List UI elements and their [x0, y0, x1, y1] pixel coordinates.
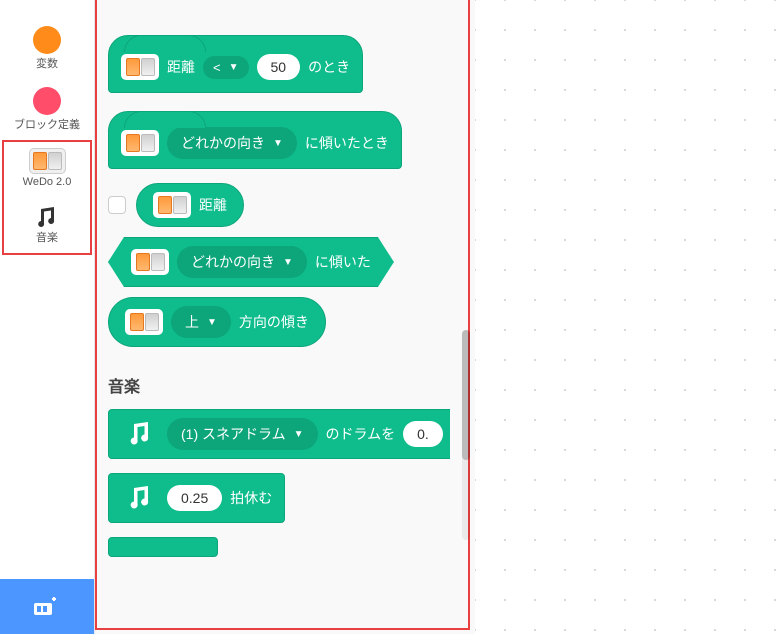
wedo-icon	[131, 249, 169, 275]
tilt-angle-dropdown[interactable]: 上▼	[171, 306, 231, 338]
play-drum-block[interactable]: (1) スネアドラム▼ のドラムを 0.	[108, 409, 450, 459]
partial-block[interactable]	[108, 537, 218, 557]
distance-suffix: のとき	[308, 57, 350, 77]
scripting-canvas[interactable]	[475, 0, 780, 634]
category-variables[interactable]: 変数	[0, 18, 94, 79]
distance-label: 距離	[167, 57, 195, 77]
distance-reporter-block[interactable]: 距離	[136, 183, 244, 227]
myblocks-color-dot	[33, 87, 61, 115]
category-sidebar: 変数 ブロック定義 WeDo 2.0 音楽	[0, 0, 95, 634]
rest-block[interactable]: 0.25 拍休む	[108, 473, 285, 523]
tilted-boolean-block[interactable]: どれかの向き▼ に傾いた	[108, 237, 394, 287]
when-tilted-block[interactable]: どれかの向き▼ に傾いたとき	[108, 111, 402, 169]
add-extension-button[interactable]	[0, 579, 94, 634]
music-category-icon	[32, 206, 62, 228]
music-label: 音楽	[36, 232, 58, 245]
drum-beats-input[interactable]: 0.	[403, 421, 443, 447]
category-music[interactable]: 音楽	[4, 198, 90, 253]
block-palette: 距離 <▼ 50 のとき どれかの向き▼ に傾いたとき 距離 どれかの	[95, 0, 475, 634]
palette-scrollbar[interactable]	[462, 330, 470, 540]
when-distance-block[interactable]: 距離 <▼ 50 のとき	[108, 35, 363, 93]
wedo-icon	[121, 54, 159, 80]
rest-beats-input[interactable]: 0.25	[167, 485, 222, 511]
variables-color-dot	[33, 26, 61, 54]
tilted-suffix: に傾いた	[315, 252, 371, 272]
wedo-category-icon	[32, 150, 62, 172]
monitor-checkbox[interactable]	[108, 196, 126, 214]
wedo-label: WeDo 2.0	[23, 176, 72, 189]
variables-label: 変数	[36, 58, 58, 71]
myblocks-label: ブロック定義	[14, 119, 80, 132]
wedo-icon	[125, 309, 163, 335]
rest-suffix: 拍休む	[230, 488, 272, 508]
tilt-angle-suffix: 方向の傾き	[239, 312, 309, 332]
music-note-icon	[121, 482, 159, 514]
category-myblocks[interactable]: ブロック定義	[0, 79, 94, 140]
music-section-label: 音楽	[100, 365, 475, 401]
wedo-icon	[121, 130, 159, 156]
tilted-direction-dropdown[interactable]: どれかの向き▼	[177, 246, 307, 278]
wedo-icon	[153, 192, 191, 218]
operator-dropdown[interactable]: <▼	[203, 56, 249, 79]
drum-mid-text: のドラムを	[326, 424, 396, 444]
scrollbar-thumb[interactable]	[462, 330, 470, 460]
music-note-icon	[121, 418, 159, 450]
distance-value-input[interactable]: 50	[257, 54, 301, 80]
extension-highlight: WeDo 2.0 音楽	[2, 140, 92, 254]
tilt-angle-block[interactable]: 上▼ 方向の傾き	[108, 297, 326, 347]
drum-dropdown[interactable]: (1) スネアドラム▼	[167, 418, 318, 450]
tilt-direction-dropdown[interactable]: どれかの向き▼	[167, 127, 297, 159]
extension-icon	[32, 595, 62, 619]
category-wedo[interactable]: WeDo 2.0	[4, 142, 90, 197]
distance-reporter-label: 距離	[199, 195, 227, 215]
tilt-suffix: に傾いたとき	[305, 133, 389, 153]
